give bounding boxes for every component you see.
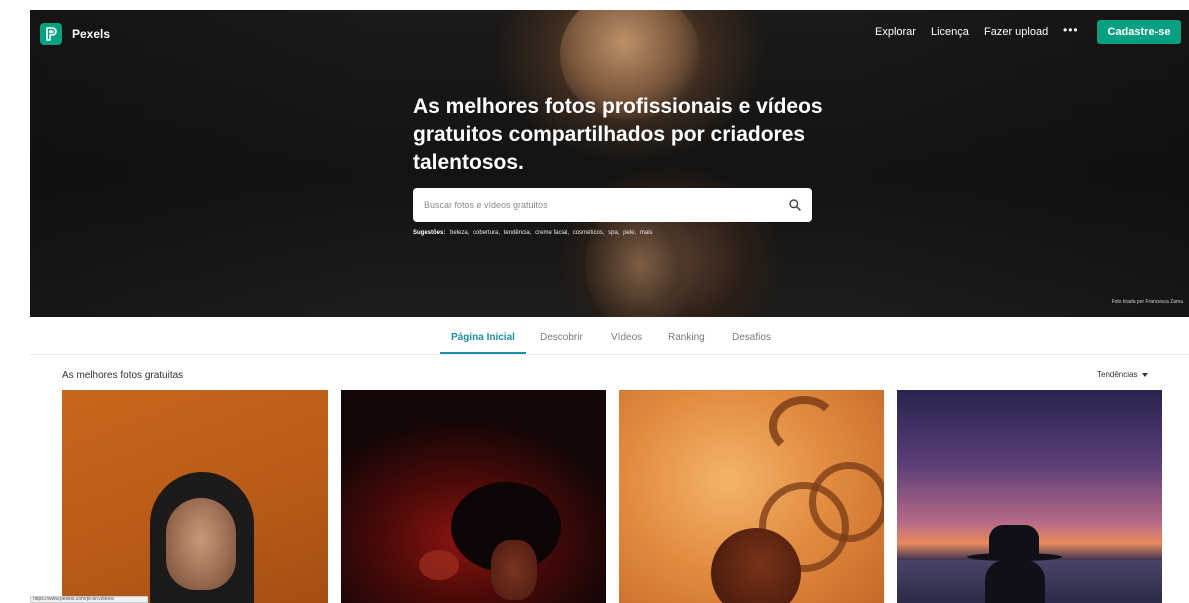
search-icon[interactable] <box>788 198 802 212</box>
hero-title: As melhores fotos profissionais e vídeos… <box>413 95 823 174</box>
sort-dropdown[interactable]: Tendências <box>1097 370 1149 379</box>
nav-upload[interactable]: Fazer upload <box>984 26 1048 38</box>
tab-home[interactable]: Página Inicial <box>451 332 515 343</box>
suggestion-link[interactable]: cobertura, <box>473 230 500 236</box>
signup-button[interactable]: Cadastre-se <box>1097 20 1181 44</box>
gallery-title: As melhores fotos gratuitas <box>62 370 184 381</box>
photo-card[interactable] <box>897 390 1162 603</box>
tab-ranking[interactable]: Ranking <box>668 332 705 343</box>
nav-license[interactable]: Licença <box>931 26 969 38</box>
chevron-down-icon <box>1142 372 1149 377</box>
search-input[interactable] <box>413 188 773 222</box>
suggestion-link[interactable]: mais <box>640 230 653 236</box>
browser-status-url: https://www.pexels.com/pt-br/videos/ <box>30 596 148 603</box>
suggestion-link[interactable]: spa, <box>608 230 619 236</box>
more-menu-icon[interactable]: ••• <box>1063 23 1079 37</box>
suggestion-link[interactable]: pele, <box>623 230 636 236</box>
top-navigation: Explorar Licença Fazer upload ••• <box>0 23 1189 42</box>
photo-credit[interactable]: Foto tirada por Francesca Zama <box>1112 299 1183 305</box>
tabs-divider <box>30 354 1189 355</box>
suggestion-link[interactable]: creme facial, <box>535 230 569 236</box>
search-box <box>413 188 812 222</box>
suggestion-link[interactable]: tendência, <box>504 230 532 236</box>
photo-card[interactable] <box>341 390 606 603</box>
sort-label: Tendências <box>1097 370 1138 379</box>
nav-explore[interactable]: Explorar <box>875 26 916 38</box>
photo-card[interactable] <box>62 390 328 603</box>
tab-discover[interactable]: Descobrir <box>540 332 583 343</box>
photo-card[interactable] <box>619 390 884 603</box>
tab-videos[interactable]: Vídeos <box>611 332 642 343</box>
search-suggestions: Sugestões: beleza, cobertura, tendência,… <box>413 230 655 236</box>
suggestions-label: Sugestões: <box>413 230 446 236</box>
suggestion-link[interactable]: cosméticos, <box>573 230 605 236</box>
tab-challenges[interactable]: Desafios <box>732 332 771 343</box>
pexels-page: Pexels Explorar Licença Fazer upload •••… <box>0 0 1189 603</box>
suggestion-link[interactable]: beleza, <box>450 230 469 236</box>
